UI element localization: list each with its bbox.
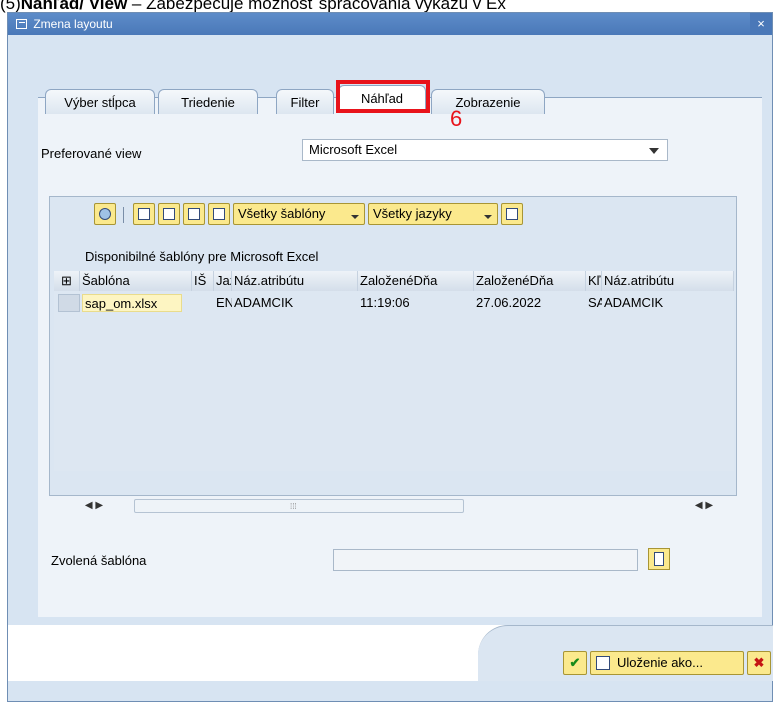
column-header[interactable]: ZaloženéDňa	[474, 271, 586, 291]
column-header[interactable]: Šablóna	[80, 271, 192, 291]
download-icon	[163, 208, 175, 220]
table-cell[interactable]: SA	[586, 294, 602, 312]
table-cell[interactable]	[192, 294, 214, 312]
tab-column-selection[interactable]: Výber stĺpca	[45, 89, 155, 114]
chosen-template-input[interactable]	[333, 549, 638, 571]
delete-icon	[506, 208, 518, 220]
preferred-view-select[interactable]: Microsoft Excel	[302, 139, 668, 161]
annotation-step-number: 6	[450, 106, 463, 131]
tab-filter[interactable]: Filter	[276, 89, 334, 114]
row-selector[interactable]	[58, 294, 80, 312]
table-cell[interactable]: 11:19:06	[358, 294, 474, 312]
save-layout-icon	[596, 656, 610, 670]
upload-arrow-icon	[654, 552, 664, 566]
caption-text: (5)Náhľad/ View – Zabezpečuje možnosť sp…	[0, 0, 506, 13]
refresh-icon	[138, 208, 150, 220]
copy-button[interactable]	[183, 203, 205, 225]
title-bar: Zmena layoutu	[8, 13, 772, 35]
save-as-label: Uloženie ako...	[617, 655, 703, 670]
horizontal-scrollbar[interactable]: ◀ ▶ ⁞⁞⁞ ◀ ▶	[54, 497, 734, 515]
upload-template-button[interactable]	[208, 203, 230, 225]
details-button[interactable]	[94, 203, 116, 225]
dialog-window: Zmena layoutu × Výber stĺpca Triedenie F…	[7, 12, 773, 702]
annotation-highlight	[336, 80, 430, 113]
all-languages-dropdown[interactable]: Všetky jazyky	[368, 203, 498, 225]
save-as-button[interactable]: Uloženie ako...	[590, 651, 744, 675]
column-header[interactable]: Jazyk	[214, 271, 232, 291]
templates-box: Všetky šablóny Všetky jazyky Disponibiln…	[49, 196, 737, 513]
preferred-view-value: Microsoft Excel	[309, 142, 398, 157]
refresh-button[interactable]	[133, 203, 155, 225]
grip-icon: ⁞⁞⁞	[290, 502, 297, 511]
table-cell[interactable]: ADAMCIK	[232, 294, 358, 312]
confirm-button[interactable]: ✔	[563, 651, 587, 675]
preferred-view-label: Preferované view	[41, 146, 142, 161]
upload-icon	[213, 208, 225, 220]
scroll-left-right-icon[interactable]: ◀ ▶	[684, 497, 724, 515]
copy-icon	[188, 208, 200, 220]
all-templates-dropdown[interactable]: Všetky šablóny	[233, 203, 365, 225]
delete-template-button[interactable]	[501, 203, 523, 225]
column-header[interactable]: ZaloženéDňa	[358, 271, 474, 291]
chosen-template-label: Zvolená šablóna	[51, 553, 147, 568]
close-button[interactable]: ×	[750, 13, 772, 35]
toolbar-separator	[123, 207, 124, 223]
table-cell[interactable]: 27.06.2022	[474, 294, 586, 312]
scroll-left-right-icon[interactable]: ◀ ▶	[74, 497, 114, 515]
window-icon	[16, 19, 27, 29]
tab-display[interactable]: Zobrazenie	[431, 89, 545, 114]
templates-table: ⊞ Šablóna IŠ Jazyk Náz.atribútu Založené…	[54, 271, 734, 471]
available-templates-title: Disponibilné šablóny pre Microsoft Excel	[85, 249, 319, 264]
table-cell[interactable]: ADAMCIK	[602, 294, 734, 312]
download-button[interactable]	[158, 203, 180, 225]
select-all-icon[interactable]: ⊞	[54, 271, 80, 291]
window-title: Zmena layoutu	[33, 17, 113, 31]
chevron-down-icon	[649, 148, 659, 154]
column-header[interactable]: Kľ	[586, 271, 602, 291]
column-header[interactable]: Náz.atribútu	[232, 271, 358, 291]
table-cell[interactable]: EN	[214, 294, 232, 312]
column-header[interactable]: Náz.atribútu	[602, 271, 734, 291]
tab-sorting[interactable]: Triedenie	[158, 89, 258, 114]
scrollbar-thumb[interactable]: ⁞⁞⁞	[134, 499, 464, 513]
select-template-button[interactable]	[648, 548, 670, 570]
column-header[interactable]: IŠ	[192, 271, 214, 291]
cancel-button[interactable]: ✖	[747, 651, 771, 675]
magnifier-icon	[99, 208, 111, 220]
table-cell[interactable]: sap_om.xlsx	[82, 294, 182, 312]
